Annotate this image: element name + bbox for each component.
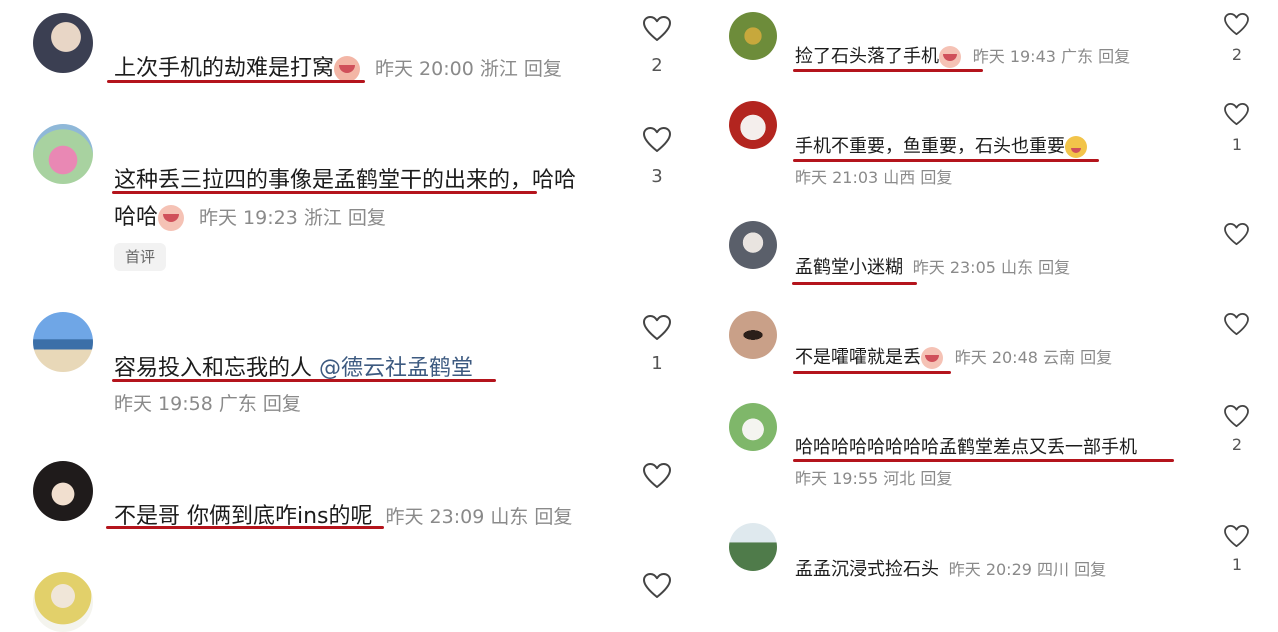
comment-meta: 昨天 20:00 浙江 回复 xyxy=(375,58,562,80)
comment-body: 手机不重要，鱼重要，石头也重要 xyxy=(795,136,1065,157)
mention-link[interactable]: @德云社孟鹤堂 xyxy=(319,356,473,381)
like-heart-icon[interactable] xyxy=(643,127,671,153)
like-heart-icon[interactable] xyxy=(1224,313,1249,336)
avatar[interactable] xyxy=(33,124,93,184)
avatar[interactable] xyxy=(729,403,777,451)
comment-body: 容易投入和忘我的人 xyxy=(114,356,319,381)
like-heart-icon[interactable] xyxy=(1224,223,1249,246)
comment-body: 捡了石头落了手机 xyxy=(795,46,939,67)
comment-body: 不是嚯嚯就是丢 xyxy=(795,347,921,368)
comment-meta: 昨天 23:09 山东 回复 xyxy=(385,506,573,528)
like-heart-icon[interactable] xyxy=(643,573,671,599)
like-count: 2 xyxy=(1231,45,1243,64)
comment-text: 孟鹤堂小迷糊 昨天 23:05 山东 回复 xyxy=(795,253,1070,279)
crying-emoji-icon xyxy=(921,347,943,369)
highlight-underline xyxy=(793,459,1174,462)
like-count: 1 xyxy=(1231,555,1243,574)
comment-meta: 昨天 23:05 山东 回复 xyxy=(912,258,1071,277)
avatar[interactable] xyxy=(33,572,93,632)
avatar[interactable] xyxy=(729,311,777,359)
comment-text: 容易投入和忘我的人 @德云社孟鹤堂 xyxy=(114,350,473,382)
comment-meta: 昨天 20:48 云南 回复 xyxy=(954,348,1113,367)
like-heart-icon[interactable] xyxy=(643,315,671,341)
comment-text: 捡了石头落了手机 昨天 19:43 广东 回复 xyxy=(795,42,1130,68)
avatar[interactable] xyxy=(33,312,93,372)
comment-text-line2: 哈哈 昨天 19:23 浙江 回复 xyxy=(114,199,386,231)
comment-body: 哈哈 xyxy=(114,205,159,230)
like-heart-icon[interactable] xyxy=(643,16,671,42)
like-heart-icon[interactable] xyxy=(1224,13,1249,36)
comment-text: 孟孟沉浸式捡石头 昨天 20:29 四川 回复 xyxy=(795,555,1106,581)
comment-meta: 昨天 19:58 广东 回复 xyxy=(114,393,301,415)
like-count: 2 xyxy=(651,55,663,76)
highlight-underline xyxy=(793,371,951,374)
like-heart-icon[interactable] xyxy=(1224,525,1249,548)
like-count: 2 xyxy=(1231,435,1243,454)
highlight-underline xyxy=(112,379,496,382)
crying-emoji-icon xyxy=(334,56,361,82)
avatar[interactable] xyxy=(729,101,777,149)
comment-meta: 昨天 19:55 河北 回复 xyxy=(795,469,953,488)
comment-meta: 昨天 19:43 广东 回复 xyxy=(972,47,1131,66)
avatar[interactable] xyxy=(729,221,777,269)
like-heart-icon[interactable] xyxy=(1224,405,1249,428)
pear-emoji-icon xyxy=(1065,136,1087,158)
like-count: 1 xyxy=(1231,135,1243,154)
comment-body: 上次手机的劫难是打窝 xyxy=(114,56,335,81)
avatar[interactable] xyxy=(33,13,93,73)
like-heart-icon[interactable] xyxy=(643,463,671,489)
like-count: 3 xyxy=(651,166,663,187)
comment-text: 不是嚯嚯就是丢 昨天 20:48 云南 回复 xyxy=(795,343,1112,369)
highlight-underline xyxy=(107,80,365,83)
highlight-underline xyxy=(106,526,384,529)
comment-meta: 昨天 21:03 山西 回复 xyxy=(795,168,953,187)
avatar[interactable] xyxy=(729,523,777,571)
highlight-underline xyxy=(793,69,983,72)
highlight-underline xyxy=(792,282,917,285)
avatar[interactable] xyxy=(729,12,777,60)
comment-text: 这种丢三拉四的事像是孟鹤堂干的出来的，哈哈 xyxy=(114,168,577,193)
like-count: 1 xyxy=(651,353,663,374)
comment-text: 上次手机的劫难是打窝 昨天 20:00 浙江 回复 xyxy=(114,50,562,82)
comment-text: 哈哈哈哈哈哈哈哈孟鹤堂差点又丢一部手机 xyxy=(795,437,1137,458)
comment-body: 孟孟沉浸式捡石头 xyxy=(795,559,939,580)
crying-emoji-icon xyxy=(158,205,185,231)
first-comment-badge: 首评 xyxy=(114,243,166,271)
comment-text: 手机不重要，鱼重要，石头也重要 xyxy=(795,132,1087,158)
highlight-underline xyxy=(112,191,537,194)
comment-meta: 昨天 19:23 浙江 回复 xyxy=(199,207,386,229)
highlight-underline xyxy=(793,159,1099,162)
crying-emoji-icon xyxy=(939,46,961,68)
comment-body: 孟鹤堂小迷糊 xyxy=(795,257,903,278)
avatar[interactable] xyxy=(33,461,93,521)
like-heart-icon[interactable] xyxy=(1224,103,1249,126)
comment-meta: 昨天 20:29 四川 回复 xyxy=(948,560,1107,579)
